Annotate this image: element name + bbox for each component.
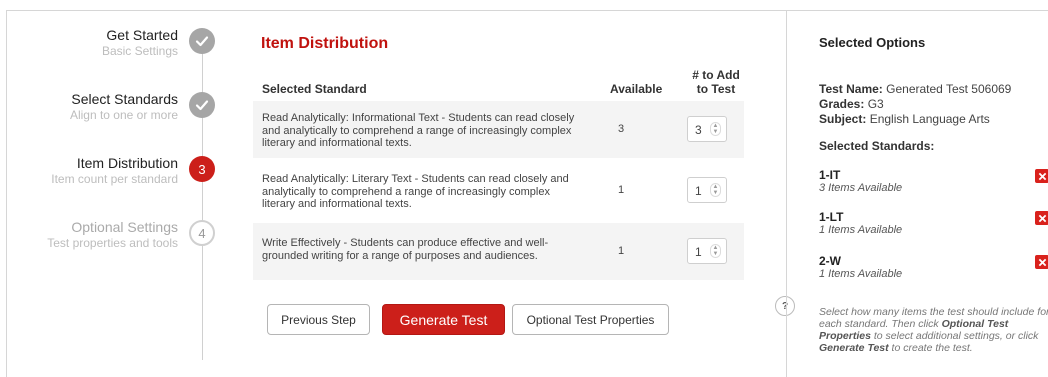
column-header-add: # to Add to Test xyxy=(692,68,740,96)
previous-step-button[interactable]: Previous Step xyxy=(267,304,370,335)
step-item-distribution[interactable]: Item Distribution Item count per standar… xyxy=(0,155,250,195)
remove-standard-icon[interactable] xyxy=(1035,255,1048,269)
step-subtitle: Align to one or more xyxy=(69,108,178,122)
test-name-line: Test Name: Generated Test 506069 xyxy=(819,82,1012,96)
step-get-started[interactable]: Get Started Basic Settings xyxy=(0,27,250,67)
selected-standard-item: 2-W 1 Items Available xyxy=(819,254,902,281)
selected-options-panel: Selected Options Test Name: Generated Te… xyxy=(786,10,1048,377)
subject-line: Subject: English Language Arts xyxy=(819,112,990,126)
help-text: Select how many items the test should in… xyxy=(819,306,1048,354)
table-row: Read Analytically: Informational Text - … xyxy=(253,101,744,158)
table-row: Read Analytically: Literary Text - Stude… xyxy=(253,162,744,219)
optional-test-properties-button[interactable]: Optional Test Properties xyxy=(512,304,669,335)
wizard-steps: Get Started Basic Settings Select Standa… xyxy=(0,0,250,377)
standard-description: Write Effectively - Students can produce… xyxy=(262,237,549,262)
check-icon xyxy=(189,28,215,54)
page-title: Item Distribution xyxy=(261,35,389,52)
standard-description: Read Analytically: Literary Text - Stude… xyxy=(262,173,569,210)
step-title: Optional Settings xyxy=(71,219,178,235)
remove-standard-icon[interactable] xyxy=(1035,211,1048,225)
standard-code: 1-LT xyxy=(819,210,844,224)
step-select-standards[interactable]: Select Standards Align to one or more xyxy=(0,91,250,131)
selected-standards-title: Selected Standards: xyxy=(819,139,935,153)
standard-description: Read Analytically: Informational Text - … xyxy=(262,112,575,149)
standard-code: 1-IT xyxy=(819,168,841,182)
table-header: Selected Standard Available # to Add to … xyxy=(262,68,744,98)
quantity-stepper[interactable]: 1 ▲ ▼ xyxy=(687,177,727,203)
column-header-available: Available xyxy=(610,82,663,96)
stepper-arrows-icon[interactable]: ▲ ▼ xyxy=(710,122,721,136)
step-subtitle: Test properties and tools xyxy=(47,236,178,250)
selected-standard-item: 1-LT 1 Items Available xyxy=(819,210,902,237)
table-row: Write Effectively - Students can produce… xyxy=(253,223,744,280)
quantity-stepper[interactable]: 1 ▲ ▼ xyxy=(687,238,727,264)
available-count: 3 xyxy=(617,123,625,135)
step-subtitle: Basic Settings xyxy=(101,44,178,58)
generate-test-button[interactable]: Generate Test xyxy=(382,304,505,335)
step-number: 4 xyxy=(189,220,215,246)
steps-rail xyxy=(202,40,203,360)
step-number: 3 xyxy=(189,156,215,182)
stepper-arrows-icon[interactable]: ▲ ▼ xyxy=(710,183,721,197)
standard-code: 2-W xyxy=(819,254,841,268)
standard-available: 1 Items Available xyxy=(819,268,903,280)
standard-available: 3 Items Available xyxy=(819,182,903,194)
available-count: 1 xyxy=(617,184,625,196)
remove-standard-icon[interactable] xyxy=(1035,169,1048,183)
quantity-value[interactable]: 1 xyxy=(695,184,702,198)
step-optional-settings[interactable]: Optional Settings Test properties and to… xyxy=(0,219,250,259)
test-info: Test Name: Generated Test 506069 Grades:… xyxy=(819,82,1011,127)
step-subtitle: Item count per standard xyxy=(51,172,178,186)
stepper-arrows-icon[interactable]: ▲ ▼ xyxy=(710,244,721,258)
selected-standard-item: 1-IT 3 Items Available xyxy=(819,168,902,195)
column-header-standard: Selected Standard xyxy=(262,82,367,96)
panel-title: Selected Options xyxy=(819,35,926,50)
check-icon xyxy=(189,92,215,118)
quantity-value[interactable]: 1 xyxy=(695,245,702,259)
grades-line: Grades: G3 xyxy=(819,97,884,111)
available-count: 1 xyxy=(617,245,625,257)
quantity-stepper[interactable]: 3 ▲ ▼ xyxy=(687,116,727,142)
quantity-value[interactable]: 3 xyxy=(695,123,702,137)
step-title: Select Standards xyxy=(71,91,178,107)
step-title: Item Distribution xyxy=(76,155,178,171)
standard-available: 1 Items Available xyxy=(819,224,903,236)
step-title: Get Started xyxy=(106,27,178,43)
